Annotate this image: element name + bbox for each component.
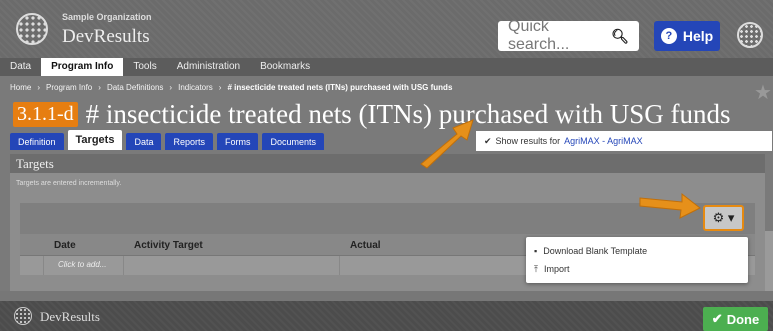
targets-heading: Targets (10, 154, 765, 173)
search-input[interactable]: Quick search... (508, 18, 611, 54)
click-to-add-cell[interactable]: Click to add... (44, 256, 124, 275)
column-header-actual: Actual (350, 240, 381, 251)
show-results-prefix: Show results for (495, 136, 561, 146)
show-results-link[interactable]: AgriMAX - AgriMAX (564, 136, 643, 146)
footer: DevResults ✔ Done (0, 301, 773, 331)
pointer-arrow-icon (420, 119, 474, 169)
tab-bar: Definition Targets Data Reports Forms Do… (10, 130, 325, 150)
menu-item-import[interactable]: ⤒ Import (526, 260, 748, 278)
check-icon: ✔ (711, 311, 723, 326)
question-icon: ? (660, 28, 677, 44)
organization-name: Sample Organization (62, 12, 152, 22)
tab-data[interactable]: Data (126, 133, 162, 150)
nav-item-program-info[interactable]: Program Info (41, 58, 124, 76)
breadcrumb-data-definitions[interactable]: Data Definitions (107, 83, 163, 92)
main-nav: Data Program Info Tools Administration B… (0, 58, 773, 76)
search-box[interactable]: Quick search... 🔍︎ (498, 18, 639, 54)
app-name: DevResults (62, 26, 150, 47)
tab-targets[interactable]: Targets (67, 130, 123, 150)
top-bar: Sample Organization DevResults Quick sea… (0, 0, 773, 58)
breadcrumb-indicators[interactable]: Indicators (178, 83, 213, 92)
pointer-arrow-icon (639, 192, 701, 219)
upload-icon: ⤒ (534, 263, 538, 274)
gear-icon: ⚙ ▾ (712, 210, 735, 225)
help-button[interactable]: ? Help (654, 21, 720, 51)
menu-item-label: Import (543, 264, 570, 274)
menu-item-label: Download Blank Template (543, 246, 648, 256)
file-icon: ▪ (534, 246, 538, 256)
bookmark-star-icon[interactable]: ★ (754, 80, 772, 105)
indicator-title: # insecticide treated nets (ITNs) purcha… (85, 99, 731, 129)
scrollbar[interactable] (765, 231, 773, 291)
breadcrumb: Home › Program Info › Data Definitions › In… (10, 83, 453, 92)
help-label: Help (682, 28, 714, 44)
done-button[interactable]: ✔ Done (703, 307, 768, 331)
tab-definition[interactable]: Definition (10, 133, 64, 150)
indicator-code-badge: 3.1.1-d (13, 102, 78, 127)
org-logo-icon[interactable] (16, 13, 48, 45)
nav-item-bookmarks[interactable]: Bookmarks (250, 58, 320, 76)
show-results-selector[interactable]: ✔︎ Show results for AgriMAX - AgriMAX (476, 131, 772, 151)
tab-documents[interactable]: Documents (262, 133, 325, 150)
nav-item-tools[interactable]: Tools (123, 58, 166, 76)
breadcrumb-current: # insecticide treated nets (ITNs) purcha… (227, 83, 453, 92)
settings-gear-button[interactable]: ⚙ ▾ (703, 205, 744, 231)
breadcrumb-program-info[interactable]: Program Info (46, 83, 92, 92)
nav-item-data[interactable]: Data (0, 58, 41, 76)
menu-item-download-template[interactable]: ▪ Download Blank Template (526, 242, 748, 260)
footer-logo-icon (14, 307, 32, 325)
breadcrumb-home[interactable]: Home (10, 83, 31, 92)
done-label: Done (726, 311, 760, 327)
search-icon[interactable]: 🔍︎ (611, 28, 629, 45)
tab-reports[interactable]: Reports (165, 133, 213, 150)
gear-dropdown-menu: ▪ Download Blank Template ⤒ Import (526, 237, 748, 283)
chevron-down-icon: ✔︎ (484, 135, 492, 146)
page-title: 3.1.1-d # insecticide treated nets (ITNs… (13, 99, 731, 130)
footer-app-name: DevResults (40, 309, 100, 324)
tab-forms[interactable]: Forms (216, 133, 259, 150)
user-globe-icon[interactable] (737, 22, 763, 48)
column-header-date: Date (54, 240, 76, 251)
nav-item-administration[interactable]: Administration (167, 58, 250, 76)
column-header-activity-target: Activity Target (134, 240, 203, 251)
